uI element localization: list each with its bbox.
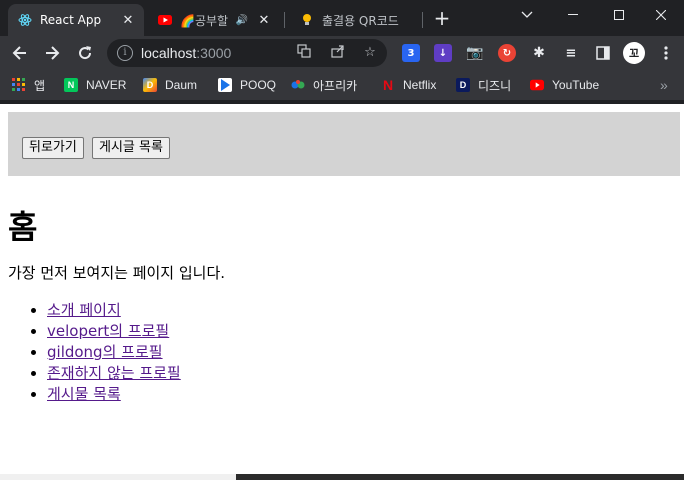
back-arrow-icon[interactable] [8,41,32,65]
browser-chrome: React App ✕ 🌈공부할 🔊 ✕ 출결용 QR코드 + i localh… [0,0,684,104]
browser-toolbar: i localhost:3000 ☆ 3 ↓ 📷 ↻ ✱ ≡ 꼬 [0,36,684,70]
netflix-icon: N [382,77,394,93]
address-bar[interactable]: i localhost:3000 ☆ [107,39,387,67]
daum-icon: D [143,78,157,92]
extensions-puzzle-icon[interactable]: ✱ [530,44,548,62]
window-close-icon[interactable] [638,0,684,30]
bookmark-label: Daum [165,78,198,92]
maximize-icon[interactable] [596,0,642,30]
bookmark-label: Netflix [403,78,437,92]
tab-strip: React App ✕ 🌈공부할 🔊 ✕ 출결용 QR코드 + [0,0,684,36]
close-icon[interactable]: ✕ [120,13,136,28]
reload-icon[interactable] [73,41,97,65]
lightbulb-icon [300,13,314,27]
taskbar-item[interactable] [0,474,236,480]
tab-title: 출결용 QR코드 [322,13,399,28]
link-about[interactable]: 소개 페이지 [47,301,121,319]
bookmark-pooq[interactable]: POOQ [218,75,276,95]
list-item: gildong의 프로필 [47,342,181,363]
bookmark-daum[interactable]: D Daum [143,75,197,95]
bookmarks-bar: 앱 N NAVER D Daum POOQ 아프리카 N Netflix D 디… [0,70,684,100]
bookmark-label: NAVER [86,78,127,92]
speaker-icon[interactable]: 🔊 [236,15,248,26]
site-info-icon[interactable]: i [117,45,133,61]
link-profile-gildong[interactable]: gildong의 프로필 [47,343,163,361]
youtube-icon [158,13,172,27]
tab-react-app[interactable]: React App ✕ [8,4,144,36]
youtube-icon [530,78,544,92]
nav-link-list: 소개 페이지 velopert의 프로필 gildong의 프로필 존재하지 않… [8,300,181,405]
css-extension-icon[interactable]: 3 [402,44,420,62]
bookmark-star-icon[interactable]: ☆ [361,44,379,62]
tab-separator [422,12,423,28]
tab-study[interactable]: 🌈공부할 🔊 ✕ [148,4,280,36]
share-icon[interactable] [329,44,347,62]
url-text[interactable]: localhost:3000 [141,45,231,61]
bookmark-afreeca[interactable]: 아프리카 [291,75,357,95]
close-icon[interactable]: ✕ [256,13,272,28]
chevron-right-icon[interactable]: » [660,75,668,95]
minimize-icon[interactable] [550,0,596,30]
link-profile-missing[interactable]: 존재하지 않는 프로필 [47,364,181,382]
bookmark-apps[interactable]: 앱 [12,75,45,95]
list-item: 존재하지 않는 프로필 [47,363,181,384]
bookmark-label: YouTube [552,78,600,92]
download-extension-icon[interactable]: ↓ [434,44,452,62]
page-content: 뒤로가기 게시글 목록 홈 가장 먼저 보여지는 페이지 입니다. 소개 페이지… [0,104,684,474]
side-panel-icon[interactable] [594,44,612,62]
tab-title: React App [40,13,102,27]
bookmark-naver[interactable]: N NAVER [64,75,126,95]
afreeca-icon [291,78,305,92]
back-button[interactable]: 뒤로가기 [22,137,84,159]
list-item: 소개 페이지 [47,300,181,321]
link-profile-velopert[interactable]: velopert의 프로필 [47,322,169,340]
react-icon [18,13,32,27]
tab-qr[interactable]: 출결용 QR코드 [290,4,420,36]
disney-icon: D [456,78,470,92]
tab-title: 🌈공부할 [180,13,229,28]
bookmark-label: 디즈니 [478,78,512,93]
page-title: 홈 [8,208,38,246]
naver-icon: N [64,78,78,92]
list-item: velopert의 프로필 [47,321,181,342]
new-tab-icon[interactable]: + [430,6,454,30]
pooq-icon [218,78,232,92]
bookmark-label: 앱 [34,78,46,93]
translate-icon[interactable] [295,44,313,62]
page-description: 가장 먼저 보여지는 페이지 입니다. [8,264,226,282]
tab-separator [284,12,285,28]
profile-avatar[interactable]: 꼬 [623,42,645,64]
link-articles[interactable]: 게시물 목록 [47,385,121,403]
articles-list-button[interactable]: 게시글 목록 [92,137,170,159]
bookmark-youtube[interactable]: YouTube [530,75,599,95]
sync-extension-icon[interactable]: ↻ [498,44,516,62]
bookmark-disney[interactable]: D 디즈니 [456,75,511,95]
bookmark-netflix[interactable]: N Netflix [381,75,436,95]
media-control-icon[interactable]: ≡ [562,44,580,62]
list-item: 게시물 목록 [47,384,181,405]
forward-arrow-icon[interactable] [40,41,64,65]
apps-grid-icon [12,78,26,92]
bookmark-label: 아프리카 [313,78,358,93]
bookmark-label: POOQ [240,78,277,92]
os-taskbar [0,474,684,480]
tab-search-icon[interactable] [504,0,550,30]
top-nav-bar: 뒤로가기 게시글 목록 [8,112,680,176]
camera-extension-icon[interactable]: 📷 [466,44,484,62]
more-menu-icon[interactable] [654,41,678,65]
